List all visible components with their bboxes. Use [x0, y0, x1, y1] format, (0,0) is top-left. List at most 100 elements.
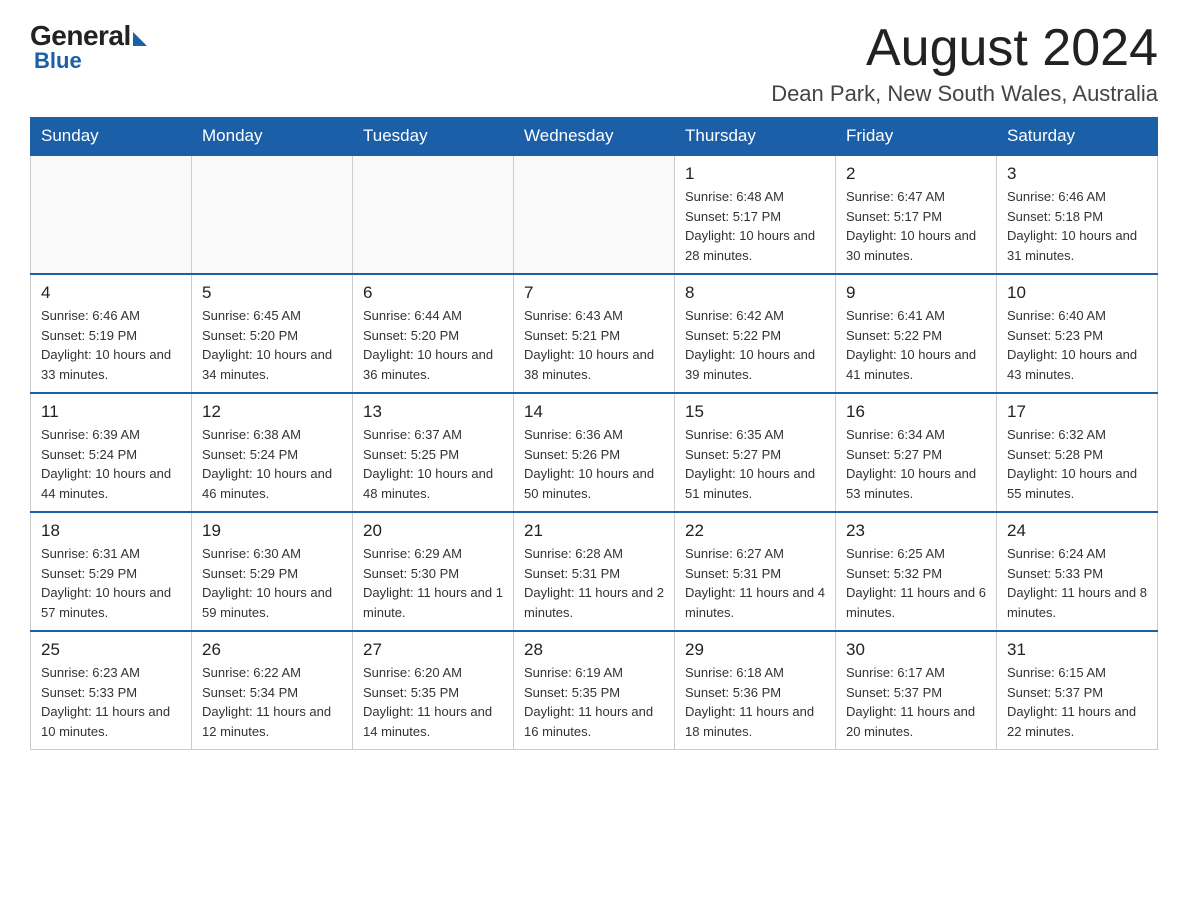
day-info: Sunrise: 6:47 AMSunset: 5:17 PMDaylight:…: [846, 187, 986, 265]
calendar-cell: [514, 155, 675, 274]
day-number: 2: [846, 164, 986, 184]
day-info: Sunrise: 6:45 AMSunset: 5:20 PMDaylight:…: [202, 306, 342, 384]
calendar-cell: 20Sunrise: 6:29 AMSunset: 5:30 PMDayligh…: [353, 512, 514, 631]
calendar-cell: 18 Sunrise: 6:31 AMSunset: 5:29 PMDayligh…: [31, 512, 192, 631]
day-info: Sunrise: 6:23 AMSunset: 5:33 PMDaylight:…: [41, 663, 181, 741]
title-area: August 2024 Dean Park, New South Wales, …: [771, 20, 1158, 107]
day-number: 5: [202, 283, 342, 303]
calendar-cell: 16 Sunrise: 6:34 AMSunset: 5:27 PMDayligh…: [836, 393, 997, 512]
day-number: 22: [685, 521, 825, 541]
day-number: 7: [524, 283, 664, 303]
calendar-table: SundayMondayTuesdayWednesdayThursdayFrid…: [30, 117, 1158, 750]
day-number: 31: [1007, 640, 1147, 660]
day-number: 16: [846, 402, 986, 422]
day-info: Sunrise: 6:43 AMSunset: 5:21 PMDaylight:…: [524, 306, 664, 384]
calendar-header-saturday: Saturday: [997, 118, 1158, 156]
logo-blue-text: Blue: [34, 48, 82, 74]
day-info: Sunrise: 6:20 AMSunset: 5:35 PMDaylight:…: [363, 663, 503, 741]
day-info: Sunrise: 6:41 AMSunset: 5:22 PMDaylight:…: [846, 306, 986, 384]
day-info: Sunrise: 6:37 AMSunset: 5:25 PMDaylight:…: [363, 425, 503, 503]
location-title: Dean Park, New South Wales, Australia: [771, 81, 1158, 107]
day-info: Sunrise: 6:31 AMSunset: 5:29 PMDaylight:…: [41, 544, 181, 622]
calendar-week-row-4: 18 Sunrise: 6:31 AMSunset: 5:29 PMDayligh…: [31, 512, 1158, 631]
calendar-cell: 7 Sunrise: 6:43 AMSunset: 5:21 PMDaylight…: [514, 274, 675, 393]
day-info: Sunrise: 6:44 AMSunset: 5:20 PMDaylight:…: [363, 306, 503, 384]
day-info: Sunrise: 6:39 AMSunset: 5:24 PMDaylight:…: [41, 425, 181, 503]
calendar-header-sunday: Sunday: [31, 118, 192, 156]
day-info: Sunrise: 6:25 AMSunset: 5:32 PMDaylight:…: [846, 544, 986, 622]
day-number: 8: [685, 283, 825, 303]
calendar-cell: 8 Sunrise: 6:42 AMSunset: 5:22 PMDaylight…: [675, 274, 836, 393]
day-number: 27: [363, 640, 503, 660]
day-number: 15: [685, 402, 825, 422]
day-number: 26: [202, 640, 342, 660]
calendar-cell: 22Sunrise: 6:27 AMSunset: 5:31 PMDayligh…: [675, 512, 836, 631]
day-number: 24: [1007, 521, 1147, 541]
calendar-cell: 24 Sunrise: 6:24 AMSunset: 5:33 PMDayligh…: [997, 512, 1158, 631]
day-number: 13: [363, 402, 503, 422]
calendar-cell: 15Sunrise: 6:35 AMSunset: 5:27 PMDayligh…: [675, 393, 836, 512]
calendar-cell: [353, 155, 514, 274]
calendar-cell: 6 Sunrise: 6:44 AMSunset: 5:20 PMDaylight…: [353, 274, 514, 393]
calendar-header-tuesday: Tuesday: [353, 118, 514, 156]
day-info: Sunrise: 6:28 AMSunset: 5:31 PMDaylight:…: [524, 544, 664, 622]
day-number: 30: [846, 640, 986, 660]
calendar-cell: 28Sunrise: 6:19 AMSunset: 5:35 PMDayligh…: [514, 631, 675, 750]
calendar-header-thursday: Thursday: [675, 118, 836, 156]
calendar-cell: 29 Sunrise: 6:18 AMSunset: 5:36 PMDayligh…: [675, 631, 836, 750]
day-info: Sunrise: 6:42 AMSunset: 5:22 PMDaylight:…: [685, 306, 825, 384]
header: General Blue August 2024 Dean Park, New …: [30, 20, 1158, 107]
day-number: 1: [685, 164, 825, 184]
day-number: 29: [685, 640, 825, 660]
calendar-cell: 26 Sunrise: 6:22 AMSunset: 5:34 PMDayligh…: [192, 631, 353, 750]
day-number: 21: [524, 521, 664, 541]
day-info: Sunrise: 6:36 AMSunset: 5:26 PMDaylight:…: [524, 425, 664, 503]
calendar-cell: 10Sunrise: 6:40 AMSunset: 5:23 PMDayligh…: [997, 274, 1158, 393]
calendar-week-row-5: 25 Sunrise: 6:23 AMSunset: 5:33 PMDayligh…: [31, 631, 1158, 750]
day-number: 25: [41, 640, 181, 660]
calendar-header-monday: Monday: [192, 118, 353, 156]
day-number: 14: [524, 402, 664, 422]
day-info: Sunrise: 6:46 AMSunset: 5:19 PMDaylight:…: [41, 306, 181, 384]
calendar-cell: 13 Sunrise: 6:37 AMSunset: 5:25 PMDayligh…: [353, 393, 514, 512]
calendar-cell: 14 Sunrise: 6:36 AMSunset: 5:26 PMDayligh…: [514, 393, 675, 512]
calendar-cell: 2 Sunrise: 6:47 AMSunset: 5:17 PMDaylight…: [836, 155, 997, 274]
day-info: Sunrise: 6:46 AMSunset: 5:18 PMDaylight:…: [1007, 187, 1147, 265]
day-number: 19: [202, 521, 342, 541]
day-number: 3: [1007, 164, 1147, 184]
day-number: 18: [41, 521, 181, 541]
calendar-week-row-3: 11 Sunrise: 6:39 AMSunset: 5:24 PMDayligh…: [31, 393, 1158, 512]
calendar-cell: [31, 155, 192, 274]
day-number: 11: [41, 402, 181, 422]
calendar-cell: 31 Sunrise: 6:15 AMSunset: 5:37 PMDayligh…: [997, 631, 1158, 750]
calendar-cell: 21 Sunrise: 6:28 AMSunset: 5:31 PMDayligh…: [514, 512, 675, 631]
calendar-cell: 19Sunrise: 6:30 AMSunset: 5:29 PMDayligh…: [192, 512, 353, 631]
calendar-cell: 12Sunrise: 6:38 AMSunset: 5:24 PMDayligh…: [192, 393, 353, 512]
logo-triangle-icon: [133, 32, 147, 46]
calendar-header-row: SundayMondayTuesdayWednesdayThursdayFrid…: [31, 118, 1158, 156]
calendar-week-row-2: 4Sunrise: 6:46 AMSunset: 5:19 PMDaylight…: [31, 274, 1158, 393]
calendar-cell: 30Sunrise: 6:17 AMSunset: 5:37 PMDayligh…: [836, 631, 997, 750]
day-number: 6: [363, 283, 503, 303]
day-number: 23: [846, 521, 986, 541]
day-number: 9: [846, 283, 986, 303]
calendar-cell: 4Sunrise: 6:46 AMSunset: 5:19 PMDaylight…: [31, 274, 192, 393]
calendar-cell: 23 Sunrise: 6:25 AMSunset: 5:32 PMDayligh…: [836, 512, 997, 631]
calendar-header-wednesday: Wednesday: [514, 118, 675, 156]
day-info: Sunrise: 6:32 AMSunset: 5:28 PMDaylight:…: [1007, 425, 1147, 503]
calendar-cell: 9 Sunrise: 6:41 AMSunset: 5:22 PMDaylight…: [836, 274, 997, 393]
calendar-header-friday: Friday: [836, 118, 997, 156]
day-number: 12: [202, 402, 342, 422]
day-number: 28: [524, 640, 664, 660]
day-info: Sunrise: 6:22 AMSunset: 5:34 PMDaylight:…: [202, 663, 342, 741]
day-info: Sunrise: 6:15 AMSunset: 5:37 PMDaylight:…: [1007, 663, 1147, 741]
calendar-cell: 25 Sunrise: 6:23 AMSunset: 5:33 PMDayligh…: [31, 631, 192, 750]
calendar-cell: [192, 155, 353, 274]
day-info: Sunrise: 6:34 AMSunset: 5:27 PMDaylight:…: [846, 425, 986, 503]
day-number: 10: [1007, 283, 1147, 303]
calendar-cell: 27 Sunrise: 6:20 AMSunset: 5:35 PMDayligh…: [353, 631, 514, 750]
calendar-cell: 3 Sunrise: 6:46 AMSunset: 5:18 PMDaylight…: [997, 155, 1158, 274]
day-info: Sunrise: 6:24 AMSunset: 5:33 PMDaylight:…: [1007, 544, 1147, 622]
calendar-week-row-1: 1Sunrise: 6:48 AMSunset: 5:17 PMDaylight…: [31, 155, 1158, 274]
day-info: Sunrise: 6:18 AMSunset: 5:36 PMDaylight:…: [685, 663, 825, 741]
